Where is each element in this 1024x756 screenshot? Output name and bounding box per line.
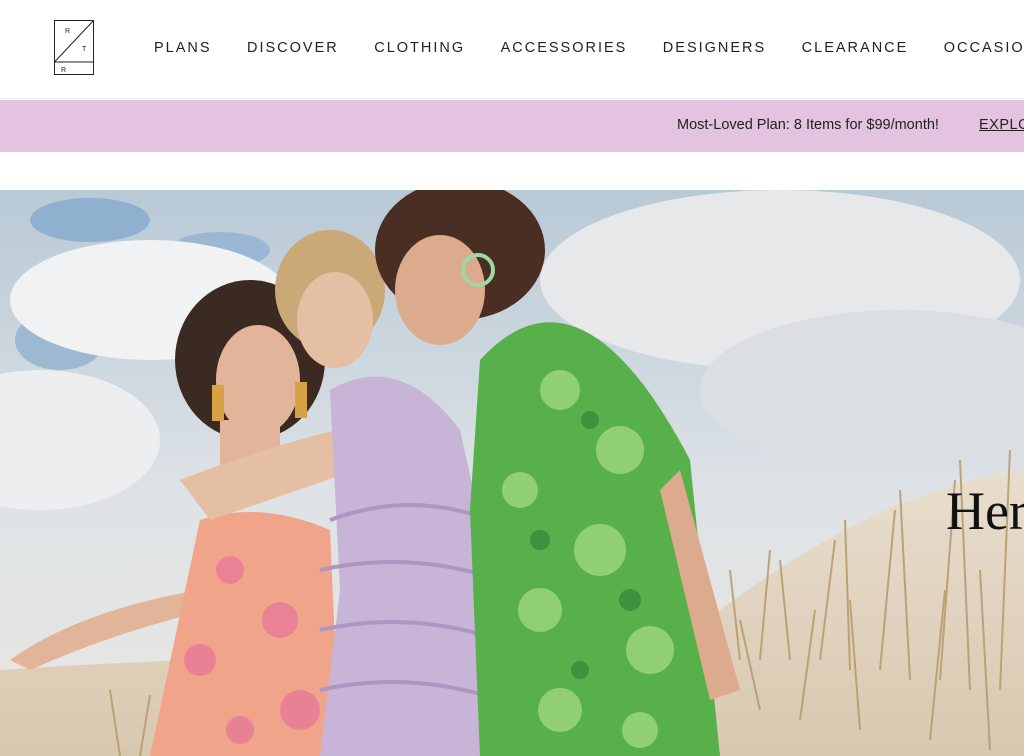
nav-occasions[interactable]: OCCASIO bbox=[944, 38, 1024, 58]
nav-plans[interactable]: PLANS bbox=[154, 38, 212, 58]
svg-text:T: T bbox=[82, 46, 87, 53]
site-header: R T R PLANS DISCOVER CLOTHING ACCESSORIE… bbox=[0, 0, 1024, 99]
promo-explore-link[interactable]: EXPLO bbox=[979, 117, 1024, 133]
main-nav: PLANS DISCOVER CLOTHING ACCESSORIES DESI… bbox=[154, 38, 1024, 58]
hero-title: Her bbox=[946, 481, 1024, 541]
nav-clearance[interactable]: CLEARANCE bbox=[802, 38, 909, 58]
rtr-logo[interactable]: R T R bbox=[54, 20, 94, 75]
nav-discover[interactable]: DISCOVER bbox=[247, 38, 339, 58]
promo-text: Most-Loved Plan: 8 Items for $99/month! bbox=[677, 117, 939, 133]
svg-text:R: R bbox=[61, 67, 66, 74]
hero-banner[interactable]: Her bbox=[0, 190, 1024, 756]
hero-image bbox=[0, 190, 1024, 756]
nav-designers[interactable]: DESIGNERS bbox=[663, 38, 766, 58]
nav-clothing[interactable]: CLOTHING bbox=[374, 38, 465, 58]
nav-accessories[interactable]: ACCESSORIES bbox=[501, 38, 628, 58]
svg-text:R: R bbox=[65, 28, 70, 35]
